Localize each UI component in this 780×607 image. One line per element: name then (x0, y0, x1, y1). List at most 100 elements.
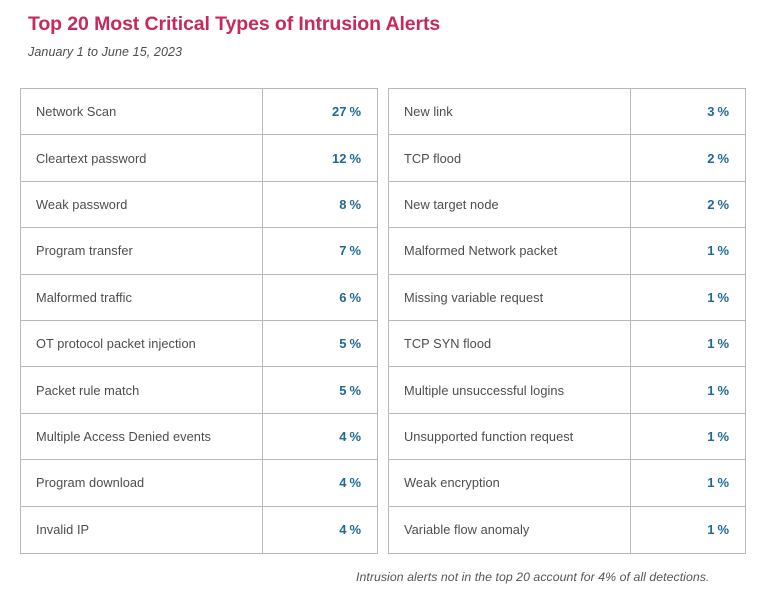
alert-percent-value: 1% (631, 460, 745, 505)
table-row: Multiple unsuccessful logins 1% (389, 367, 745, 414)
alert-percent-value: 4% (263, 507, 377, 553)
alert-type-label: Variable flow anomaly (389, 506, 631, 553)
alert-percent-value: 1% (631, 275, 745, 320)
percent-number: 1 (707, 243, 715, 259)
percent-number: 2 (707, 196, 715, 212)
percent-sign: % (349, 522, 361, 538)
alert-percent-value: 5% (263, 321, 377, 366)
percent-sign: % (349, 150, 361, 166)
alert-percent-value: 1% (631, 507, 745, 553)
percent-number: 5 (339, 336, 347, 352)
table-row: Malformed Network packet 1% (389, 228, 745, 275)
alert-percent-value: 1% (631, 321, 745, 366)
table-row: Malformed traffic 6% (21, 274, 377, 321)
percent-number: 1 (707, 475, 715, 491)
alert-percent-value: 1% (631, 367, 745, 412)
percent-number: 5 (339, 382, 347, 398)
page-subtitle-date-range: January 1 to June 15, 2023 (28, 45, 183, 60)
alert-type-label: Program download (21, 460, 263, 506)
percent-number: 4 (339, 475, 347, 491)
table-row: Weak password 8% (21, 181, 377, 229)
percent-number: 4 (339, 522, 347, 538)
alert-percent-value: 1% (631, 414, 745, 459)
percent-sign: % (349, 475, 361, 491)
table-row: Invalid IP 4% (21, 506, 377, 553)
percent-number: 12 (331, 150, 347, 166)
alert-type-label: Weak encryption (389, 460, 631, 506)
table-row: Multiple Access Denied events 4% (21, 413, 377, 461)
percent-sign: % (717, 428, 729, 444)
alert-percent-value: 2% (631, 135, 745, 180)
percent-number: 1 (707, 289, 715, 305)
table-row: Network Scan 27% (21, 89, 377, 136)
alert-type-label: TCP flood (389, 135, 631, 181)
percent-sign: % (717, 475, 729, 491)
percent-sign: % (349, 382, 361, 398)
percent-sign: % (349, 104, 361, 120)
percent-number: 1 (707, 336, 715, 352)
alert-type-label: Multiple unsuccessful logins (389, 367, 631, 413)
alert-type-label: Unsupported function request (389, 413, 631, 460)
percent-number: 27 (331, 104, 347, 120)
alert-percent-value: 4% (263, 414, 377, 459)
table-row: Cleartext password 12% (21, 135, 377, 182)
table-row: Unsupported function request 1% (389, 413, 745, 461)
percent-number: 2 (707, 150, 715, 166)
alert-percent-value: 4% (263, 460, 377, 505)
percent-sign: % (349, 428, 361, 444)
alerts-table-left: Network Scan 27% Cleartext password 12% Weak… (20, 88, 378, 554)
table-row: Program download 4% (21, 460, 377, 507)
alert-tables-container: Network Scan 27% Cleartext password 12% Weak… (20, 88, 746, 554)
percent-sign: % (717, 150, 729, 166)
table-row: New link 3% (389, 89, 745, 136)
percent-number: 6 (339, 289, 347, 305)
alert-type-label: Network Scan (21, 89, 263, 135)
page-title: Top 20 Most Critical Types of Intrusion … (28, 13, 441, 35)
alert-type-label: Multiple Access Denied events (21, 413, 263, 460)
percent-sign: % (717, 382, 729, 398)
alert-type-label: Malformed Network packet (389, 228, 631, 274)
alert-percent-value: 6% (263, 275, 377, 320)
table-row: Weak encryption 1% (389, 460, 745, 507)
report-page: Top 20 Most Critical Types of Intrusion … (0, 0, 780, 607)
table-row: Variable flow anomaly 1% (389, 506, 745, 553)
percent-sign: % (717, 196, 729, 212)
percent-sign: % (349, 196, 361, 212)
percent-number: 3 (707, 104, 715, 120)
alert-type-label: New target node (389, 181, 631, 228)
table-row: TCP flood 2% (389, 135, 745, 182)
report-header: Top 20 Most Critical Types of Intrusion … (28, 12, 748, 59)
alert-type-label: Malformed traffic (21, 274, 263, 320)
alert-percent-value: 2% (631, 182, 745, 227)
table-row: TCP SYN flood 1% (389, 320, 745, 368)
alert-type-label: OT protocol packet injection (21, 320, 263, 367)
percent-sign: % (349, 243, 361, 259)
percent-number: 1 (707, 382, 715, 398)
alert-percent-value: 1% (631, 228, 745, 273)
alert-percent-value: 12% (263, 135, 377, 180)
alert-type-label: TCP SYN flood (389, 320, 631, 367)
percent-number: 1 (707, 428, 715, 444)
alert-percent-value: 8% (263, 182, 377, 227)
percent-number: 4 (339, 428, 347, 444)
table-row: New target node 2% (389, 181, 745, 229)
table-row: Packet rule match 5% (21, 367, 377, 414)
table-row: OT protocol packet injection 5% (21, 320, 377, 368)
alert-type-label: Packet rule match (21, 367, 263, 413)
alert-type-label: Cleartext password (21, 135, 263, 181)
table-row: Missing variable request 1% (389, 274, 745, 321)
percent-sign: % (717, 289, 729, 305)
percent-sign: % (717, 104, 729, 120)
percent-number: 8 (339, 196, 347, 212)
alert-percent-value: 7% (263, 228, 377, 273)
table-row: Program transfer 7% (21, 228, 377, 275)
alert-type-label: Program transfer (21, 228, 263, 274)
footnote: Intrusion alerts not in the top 20 accou… (356, 570, 710, 584)
percent-number: 1 (707, 522, 715, 538)
percent-sign: % (717, 336, 729, 352)
alert-type-label: Invalid IP (21, 506, 263, 553)
percent-sign: % (717, 522, 729, 538)
alerts-table-right: New link 3% TCP flood 2% New target node 2% Ma… (388, 88, 746, 554)
alert-percent-value: 27% (263, 89, 377, 134)
alert-type-label: New link (389, 89, 631, 135)
